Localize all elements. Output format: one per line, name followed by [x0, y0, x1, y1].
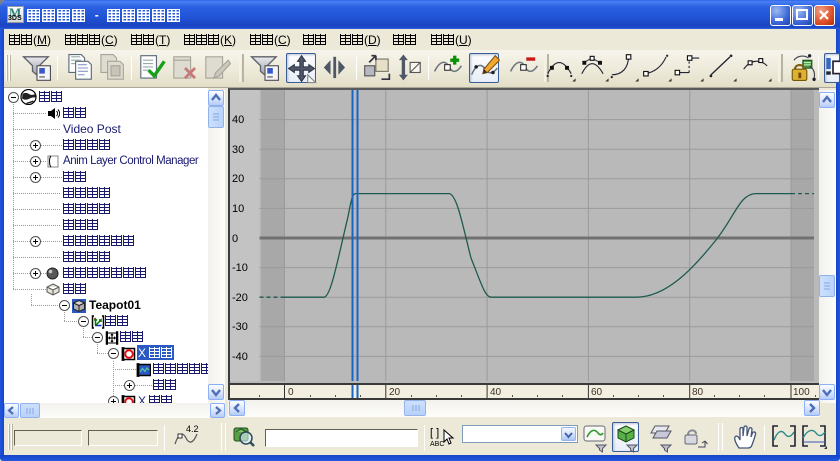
svg-text:10: 10 [232, 203, 244, 215]
svg-text:60: 60 [591, 387, 603, 398]
svg-text:100: 100 [793, 387, 810, 398]
svg-text:[ ]: [ ] [430, 427, 439, 439]
svg-text:80: 80 [692, 387, 704, 398]
svg-text:-20: -20 [232, 292, 248, 304]
svg-text:4.2: 4.2 [186, 424, 199, 434]
svg-text:0: 0 [288, 387, 294, 398]
svg-text:40: 40 [490, 387, 502, 398]
svg-text:30: 30 [232, 144, 244, 156]
svg-text:ABC: ABC [430, 441, 444, 448]
svg-text:-40: -40 [232, 351, 248, 363]
svg-text:20: 20 [389, 387, 401, 398]
svg-text:0: 0 [232, 233, 238, 245]
svg-text:20: 20 [232, 173, 244, 185]
svg-text:-10: -10 [232, 262, 248, 274]
svg-text:40: 40 [232, 114, 244, 126]
svg-text:-30: -30 [232, 321, 248, 333]
